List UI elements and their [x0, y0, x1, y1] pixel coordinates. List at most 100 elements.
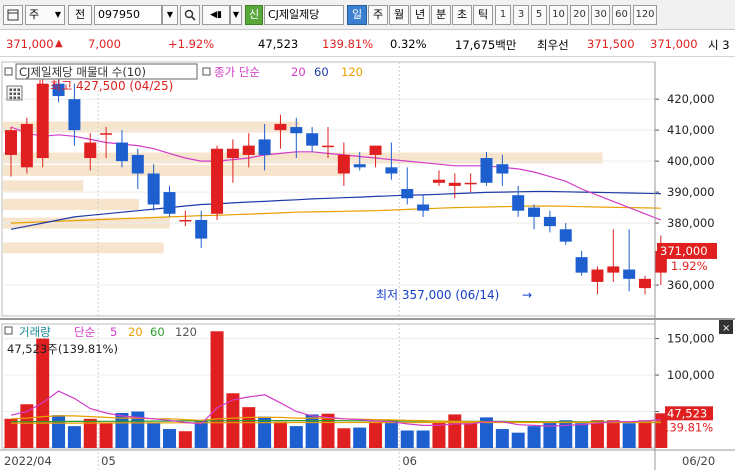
grid-settings-icon-cell — [17, 92, 20, 95]
period-number-5[interactable]: 5 — [531, 5, 547, 25]
code-dropdown-icon[interactable]: ▼ — [162, 5, 178, 25]
candle-body — [591, 269, 604, 282]
legend-square-icon — [4, 326, 13, 335]
period-tab-2[interactable]: 주 — [368, 5, 388, 25]
prev-button[interactable]: 전 — [68, 5, 92, 25]
interval-select[interactable]: 주 ▼ — [25, 5, 65, 25]
candle-body — [543, 216, 556, 227]
ma60-period: 60 — [314, 65, 329, 79]
legend-square-icon — [202, 67, 211, 76]
candle-body — [353, 164, 366, 168]
candle-body — [607, 266, 620, 273]
candle-body — [639, 278, 651, 289]
candle-body — [100, 133, 113, 135]
candle-body — [401, 189, 414, 199]
volume-bar — [590, 420, 604, 448]
x-label-month-05: 05 — [101, 454, 116, 468]
period-number-60[interactable]: 60 — [612, 5, 631, 25]
up-arrow-icon: ▲ — [55, 38, 63, 49]
candle-body — [131, 154, 144, 174]
candle-body — [258, 139, 271, 155]
period-number-30[interactable]: 30 — [591, 5, 610, 25]
x-label-month-06: 06 — [402, 454, 417, 468]
volume-bar — [273, 421, 287, 448]
period-tab-4[interactable]: 년 — [410, 5, 430, 25]
period-number-1[interactable]: 1 — [495, 5, 511, 25]
volume-tick-label: 100,000 — [667, 368, 715, 382]
stock-name-field[interactable]: CJ제일제당 — [264, 5, 344, 25]
volume-bar — [369, 421, 383, 448]
candle-body — [68, 99, 81, 131]
candle-body — [512, 195, 525, 211]
volume-profile-bar — [3, 242, 164, 254]
search-icon[interactable] — [180, 5, 200, 25]
grid-settings-icon-cell — [13, 96, 16, 99]
candle-body — [211, 148, 224, 214]
volume-bar — [559, 420, 573, 448]
volume-bar — [20, 404, 34, 448]
volume-bar — [448, 414, 462, 448]
grid-settings-icon-cell — [9, 92, 12, 95]
volume-bar — [575, 423, 589, 448]
credit-badge: 신 — [245, 5, 263, 25]
stock-code-input[interactable]: 097950 — [94, 5, 162, 25]
volume-bar — [416, 430, 430, 448]
volume-profile-bar — [3, 180, 84, 192]
trade-volume: 47,523 — [258, 37, 299, 51]
best-ask-price: 371,500 — [587, 37, 635, 51]
price-tick-label: 400,000 — [667, 154, 715, 168]
grid-settings-icon-cell — [13, 92, 16, 95]
price-tick-label: 360,000 — [667, 278, 715, 292]
period-tab-7[interactable]: 틱 — [473, 5, 493, 25]
period-tab-3[interactable]: 월 — [389, 5, 409, 25]
candle-body — [306, 133, 319, 146]
volume-bar — [337, 428, 351, 448]
period-tab-1[interactable]: 일 — [347, 5, 367, 25]
chart-layout-icon[interactable] — [3, 5, 23, 25]
best-bid-price: 371,000 — [650, 37, 698, 51]
price-pct-tag: 1.92% — [671, 259, 708, 273]
period-tab-5[interactable]: 분 — [431, 5, 451, 25]
period-number-20[interactable]: 20 — [570, 5, 589, 25]
price-tag-text: 371,000 — [660, 244, 708, 258]
volume-bar — [495, 429, 509, 448]
interval-label: 주 — [29, 8, 40, 21]
legend-square-icon — [4, 67, 13, 76]
candle-body — [432, 179, 445, 183]
candle-body — [417, 204, 430, 211]
volume-bar — [622, 423, 636, 448]
volume-pct-tag: 139.81% — [662, 420, 713, 434]
volume-bar — [289, 426, 303, 448]
volume-ma5-period: 5 — [110, 325, 117, 339]
period-tab-6[interactable]: 초 — [452, 5, 472, 25]
speaker-dropdown-icon[interactable]: ▼ — [230, 5, 242, 25]
volume-bar — [147, 422, 161, 448]
period-number-120[interactable]: 120 — [633, 5, 657, 25]
candle-body — [385, 167, 398, 174]
volume-ratio: 139.81% — [322, 37, 374, 51]
volume-ma-label: 단순 — [74, 325, 95, 339]
candle-body — [5, 130, 17, 155]
volume-bar — [353, 427, 367, 448]
price-tick-label: 390,000 — [667, 185, 715, 199]
indicator-name: CJ제일제당 매물대 수(10) — [19, 65, 146, 79]
price-tick-label: 380,000 — [667, 216, 715, 230]
chart-area[interactable]: 420,000 410,000 400,000 390,000 380,000 360,0… — [0, 58, 735, 472]
scale-button-label: × — [722, 323, 730, 334]
volume-ma60-period: 60 — [150, 325, 165, 339]
candle-body — [480, 158, 493, 183]
stock-chart-window: 주 ▼ 전 097950 ▼ ◀▮ ▼ 신 CJ제일제당 일주월년분초틱 135… — [0, 0, 735, 472]
volume-profile-bar — [3, 198, 139, 210]
grid-settings-icon-cell — [9, 96, 12, 99]
candle-body — [115, 142, 128, 162]
period-number-10[interactable]: 10 — [549, 5, 568, 25]
volume-tag-text: 47,523 — [667, 406, 707, 420]
candle-body — [528, 207, 541, 217]
candle-body — [290, 127, 303, 134]
volume-bar — [400, 430, 414, 448]
stock-chart-svg[interactable]: 420,000 410,000 400,000 390,000 380,000 360,0… — [0, 58, 735, 472]
speaker-icon[interactable]: ◀▮ — [202, 5, 230, 25]
volume-bar — [638, 420, 652, 448]
period-number-3[interactable]: 3 — [513, 5, 529, 25]
candle-body — [464, 182, 477, 185]
